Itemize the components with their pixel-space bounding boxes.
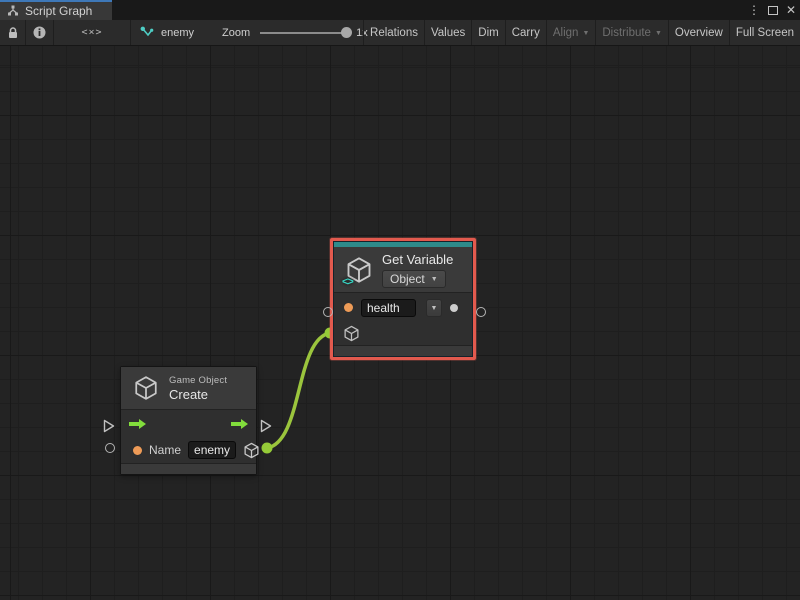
node-header[interactable]: <> Get Variable Object ▼ — [334, 247, 472, 292]
flow-ports-row — [121, 410, 256, 437]
chevron-down-icon: ▼ — [655, 30, 662, 37]
graph-canvas[interactable]: Game Object Create Name enemy — [0, 46, 800, 600]
align-dropdown-button[interactable]: Align ▼ — [546, 20, 596, 45]
cube-port-icon[interactable] — [343, 325, 360, 342]
flow-out-arrow-icon[interactable] — [231, 419, 249, 429]
value-port-orange-dot[interactable] — [344, 303, 353, 312]
node-footer — [121, 463, 256, 474]
edit-code-button[interactable]: <×> — [54, 20, 131, 45]
variable-name-input[interactable]: health — [361, 299, 416, 317]
connection-wire[interactable] — [267, 333, 330, 448]
tab-bar: Script Graph ⋮ ✕ — [0, 0, 800, 20]
toolbar-buttons: Relations Values Dim Carry Align ▼ Distr… — [363, 20, 800, 45]
value-port-orange-dot[interactable] — [133, 446, 142, 455]
graph-toolbar: <×> enemy Zoom 1x Relations Values Dim — [0, 20, 800, 46]
values-button[interactable]: Values — [424, 20, 471, 45]
graph-icon — [7, 5, 19, 17]
param-label: Name — [149, 443, 181, 457]
breadcrumb-label: enemy — [161, 27, 194, 39]
zoom-slider-handle[interactable] — [341, 27, 352, 38]
info-icon — [33, 26, 46, 39]
variable-output-external-port[interactable] — [476, 307, 486, 317]
tab-script-graph[interactable]: Script Graph — [0, 0, 112, 20]
node-header[interactable]: Game Object Create — [121, 367, 256, 409]
node-get-variable-selected[interactable]: <> Get Variable Object ▼ health — [330, 238, 476, 360]
variable-scope-dropdown[interactable]: Object ▼ — [382, 270, 446, 288]
zoom-control: Zoom 1x — [222, 20, 368, 45]
node-footer — [334, 345, 472, 356]
name-input[interactable]: enemy — [188, 441, 236, 459]
code-icon: <×> — [81, 27, 102, 38]
name-external-port[interactable] — [105, 443, 115, 453]
zoom-label: Zoom — [222, 27, 250, 39]
maximize-icon[interactable] — [768, 6, 778, 15]
wire-endpoint-source[interactable] — [262, 443, 273, 454]
lock-button[interactable] — [0, 20, 26, 45]
target-object-row — [334, 322, 472, 345]
lock-icon — [6, 26, 20, 40]
info-button[interactable] — [26, 20, 54, 45]
name-port-row: Name enemy — [121, 437, 256, 463]
node-title: Get Variable — [382, 252, 453, 267]
flow-in-arrow-icon[interactable] — [129, 419, 147, 429]
relations-button[interactable]: Relations — [363, 20, 424, 45]
full-screen-button[interactable]: Full Screen — [729, 20, 800, 45]
code-brackets-icon: <> — [342, 276, 353, 288]
close-icon[interactable]: ✕ — [786, 0, 796, 20]
breadcrumb[interactable]: enemy — [140, 20, 194, 45]
flow-in-external-port[interactable] — [103, 419, 115, 433]
window-menu-icon[interactable]: ⋮ — [748, 0, 760, 20]
zoom-slider[interactable] — [260, 32, 350, 34]
chevron-down-icon: ▼ — [431, 276, 438, 283]
output-port-dot[interactable] — [450, 304, 458, 312]
carry-button[interactable]: Carry — [505, 20, 546, 45]
node-title: Create — [169, 387, 227, 402]
flow-out-external-port[interactable] — [260, 419, 272, 433]
node-game-object-create[interactable]: Game Object Create Name enemy — [120, 366, 257, 475]
node-category: Game Object — [169, 375, 227, 386]
variable-picker-dropdown[interactable]: ▼ — [426, 299, 442, 317]
graph-asset-icon — [140, 26, 154, 39]
cube-icon — [133, 375, 159, 401]
variable-name-row: health ▼ — [334, 293, 472, 322]
overview-button[interactable]: Overview — [668, 20, 729, 45]
script-graph-window: Script Graph ⋮ ✕ <×> — [0, 0, 800, 600]
chevron-down-icon: ▼ — [582, 30, 589, 37]
tab-label: Script Graph — [25, 4, 92, 18]
chevron-down-icon: ▼ — [431, 305, 438, 312]
dim-button[interactable]: Dim — [471, 20, 504, 45]
distribute-dropdown-button[interactable]: Distribute ▼ — [595, 20, 668, 45]
variable-input-external-port[interactable] — [323, 307, 333, 317]
cube-port-icon[interactable] — [243, 442, 260, 459]
